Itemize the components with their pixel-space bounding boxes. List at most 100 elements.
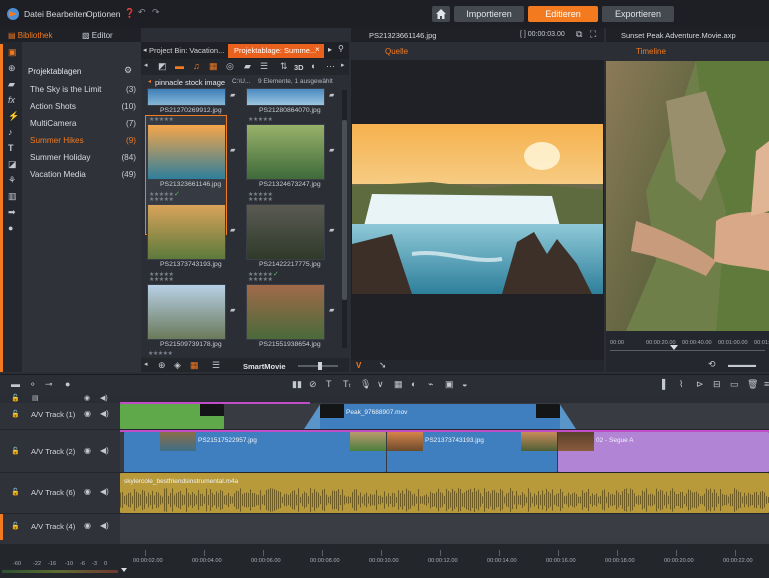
folder-icon[interactable]: ▰ — [230, 91, 235, 99]
track-audio-icon[interactable]: ◀) — [100, 447, 109, 455]
fullscreen-icon[interactable]: ⛶ — [590, 30, 596, 39]
sound-effects-icon[interactable]: ⚘ — [8, 176, 16, 185]
track-lock-icon[interactable]: 🔓 — [11, 448, 20, 455]
media-thumbnail[interactable] — [246, 88, 325, 106]
folder-icon[interactable]: ▰ — [230, 306, 235, 314]
audio-filter-icon[interactable]: ♫ — [193, 62, 200, 71]
folder-view-icon[interactable]: ▰ — [244, 62, 251, 71]
track-visibility-icon[interactable]: ◉ — [84, 488, 91, 496]
send-to-timeline-icon[interactable]: ➘ — [379, 361, 387, 370]
media-thumbnail[interactable] — [246, 204, 325, 260]
timeline-playhead[interactable] — [121, 568, 127, 572]
video-filter-icon[interactable]: ▬ — [175, 62, 184, 71]
title-icon[interactable]: T — [8, 144, 14, 153]
media-thumbnail[interactable] — [147, 204, 226, 260]
home-button[interactable] — [432, 6, 450, 22]
contrast-icon[interactable]: ◐ — [411, 380, 416, 389]
menu-icon[interactable]: ≡ — [764, 380, 769, 389]
video-toggle-icon[interactable]: V — [356, 361, 361, 370]
rating-stars-icon[interactable]: ★★★★★ — [149, 116, 174, 123]
tab-import[interactable]: Importieren — [454, 6, 524, 22]
crop-icon[interactable]: ▭ — [730, 380, 739, 389]
tab-project-bin-vacation[interactable]: Project Bin: Vacation... — [149, 44, 226, 58]
trash-icon[interactable]: 🗑 — [747, 380, 758, 389]
music-icon[interactable]: ♪ — [8, 128, 13, 137]
folder-icon[interactable]: ▰ — [329, 91, 334, 99]
sort-icon[interactable]: ⇅ — [280, 62, 288, 71]
path-label[interactable]: pinnacle stock image — [155, 78, 225, 87]
rating-stars-icon[interactable]: ★★★★★ — [148, 350, 173, 357]
bin-item-label[interactable]: Action Shots — [30, 102, 76, 111]
snapshot-icon[interactable]: ⧉ — [576, 30, 582, 39]
title-icon[interactable]: Tₜ — [343, 380, 351, 389]
razor-icon[interactable]: ⊸ — [45, 380, 53, 389]
track-visibility-icon[interactable]: ◉ — [84, 410, 91, 418]
arrow-icon[interactable]: ➡ — [8, 208, 16, 217]
folder-icon[interactable]: ▰ — [329, 306, 334, 314]
ripple-icon[interactable]: ⊳ — [696, 380, 704, 389]
library-tab[interactable]: ▤ Bibliothek — [8, 31, 52, 40]
speed-icon[interactable]: ◒ — [462, 380, 467, 389]
preview-scrub-track[interactable] — [610, 350, 765, 351]
filter-icon[interactable]: ◩ — [158, 62, 167, 71]
lock-all-icon[interactable]: 🔓 — [11, 395, 20, 402]
bin-item-label[interactable]: The Sky is the Limit — [30, 85, 101, 94]
tab-edit[interactable]: Editieren — [528, 6, 598, 22]
expand-icon[interactable]: ▸ — [341, 62, 345, 69]
undo-icon[interactable]: ↶ — [138, 8, 146, 17]
track-lock-icon[interactable]: 🔓 — [11, 523, 20, 530]
split-icon[interactable]: ⊘ — [309, 380, 317, 389]
media-thumbnail[interactable] — [147, 284, 226, 340]
media-thumbnail[interactable] — [147, 88, 226, 106]
track1-clip1[interactable] — [120, 404, 224, 429]
track4-lane[interactable] — [120, 514, 769, 540]
collapse-icon[interactable]: ◂ — [144, 62, 148, 69]
motion-icon[interactable]: ⌁ — [428, 380, 433, 389]
menu-datei[interactable]: Datei — [24, 9, 44, 19]
rating-stars-icon[interactable]: ★★★★★ — [248, 276, 273, 283]
folder-icon[interactable]: ▰ — [329, 226, 334, 234]
panel-icon[interactable]: ▦ — [394, 380, 403, 389]
visibility-all-icon[interactable]: ◉ — [84, 395, 90, 402]
track6-audio-clip[interactable]: skylercole_bestfriendsinstrumental.m4a — [120, 473, 769, 513]
media-thumbnail[interactable] — [147, 124, 226, 180]
tab-export[interactable]: Exportieren — [602, 6, 674, 22]
track-audio-icon[interactable]: ◀) — [100, 410, 109, 418]
add-track-icon[interactable]: ⚬ — [29, 380, 37, 389]
camera-icon[interactable]: ▣ — [445, 380, 454, 389]
zoom-slider-handle[interactable] — [318, 362, 322, 370]
tag-icon[interactable]: ◖ — [310, 62, 315, 71]
close-tab-icon[interactable]: × — [315, 45, 320, 54]
scroll-thumb[interactable] — [342, 120, 347, 300]
timeline-settings-icon[interactable]: ▬ — [11, 380, 20, 389]
browser-prev-icon[interactable]: ◂ — [143, 46, 147, 54]
magnet-icon[interactable]: ● — [65, 380, 70, 389]
track2-clip2[interactable]: PS21373743193.jpg — [387, 432, 557, 472]
voice-icon[interactable]: ∨ — [377, 380, 384, 389]
folder-icon[interactable]: ▰ — [8, 80, 15, 89]
editor-tab[interactable]: ▧ Editor — [82, 31, 113, 40]
montage-icon[interactable]: ◪ — [8, 160, 17, 169]
media-thumbnail[interactable] — [246, 124, 325, 180]
gear-icon[interactable]: ⚙ — [124, 66, 132, 75]
mic-icon[interactable]: 🎙 — [360, 380, 371, 389]
bin-item-label[interactable]: MultiCamera — [30, 119, 76, 128]
menu-optionen[interactable]: Optionen — [86, 9, 121, 19]
track-lock-icon[interactable]: 🔓 — [11, 411, 20, 418]
details-view-icon[interactable]: ☰ — [212, 361, 220, 370]
snap-icon[interactable]: ⊟ — [713, 380, 721, 389]
track-visibility-icon[interactable]: ◉ — [84, 447, 91, 455]
folder-icon[interactable]: ▰ — [230, 226, 235, 234]
track2-clip3[interactable]: 02 - Segue A — [558, 432, 769, 472]
audio-all-icon[interactable]: ◀) — [100, 395, 108, 402]
smartmovie-button[interactable]: SmartMovie — [243, 362, 286, 371]
pin-icon[interactable]: ⚲ — [338, 44, 344, 53]
bin-item-label[interactable]: Summer Hikes — [30, 136, 84, 145]
folder-icon[interactable]: ▰ — [230, 146, 235, 154]
text-icon[interactable]: T — [326, 380, 332, 389]
menu-bearbeiten[interactable]: Bearbeiten — [46, 9, 87, 19]
track2-clip1[interactable]: PS21517522957.jpg — [124, 432, 386, 472]
loop-icon[interactable]: ⟲ — [708, 360, 716, 369]
film-icon[interactable]: ▤ — [32, 395, 39, 402]
more-icon[interactable]: ⋯ — [326, 62, 335, 71]
